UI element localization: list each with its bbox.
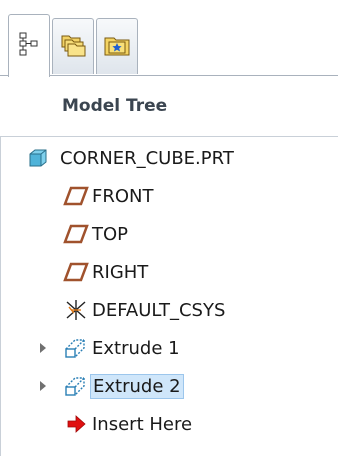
favorites-star-icon xyxy=(103,32,131,62)
page-title: Model Tree xyxy=(62,96,168,116)
tree-item-insert-here[interactable]: Insert Here xyxy=(62,406,194,442)
expand-arrow-icon[interactable] xyxy=(36,339,50,357)
expand-arrow-icon[interactable] xyxy=(36,377,50,395)
extrude-icon xyxy=(62,334,90,362)
tree-item-top[interactable]: TOP xyxy=(62,216,130,252)
header-divider xyxy=(0,136,338,137)
tree-item-right[interactable]: RIGHT xyxy=(62,254,150,290)
datum-plane-icon xyxy=(62,220,90,248)
tree-item-default-csys[interactable]: DEFAULT_CSYS xyxy=(62,292,227,328)
tab-strip-line xyxy=(0,75,338,76)
folders-icon xyxy=(59,32,87,62)
tree-item-label: FRONT xyxy=(92,185,154,207)
tab-model-tree[interactable] xyxy=(8,14,50,77)
tree-item-label: DEFAULT_CSYS xyxy=(92,299,226,321)
tree-item-front[interactable]: FRONT xyxy=(62,178,156,214)
tree-item-label: Insert Here xyxy=(92,413,193,435)
tree-item-label: Extrude 1 xyxy=(92,337,180,359)
insert-arrow-icon xyxy=(62,410,90,438)
panel-tab-bar xyxy=(0,0,338,78)
tree-root-item[interactable]: CORNER_CUBE.PRT xyxy=(24,140,236,176)
part-cube-icon xyxy=(24,144,52,172)
tree-item-label: TOP xyxy=(92,223,129,245)
coordinate-system-icon xyxy=(62,296,90,324)
tree-item-extrude-1[interactable]: Extrude 1 xyxy=(36,330,182,366)
tree-item-label-selected: Extrude 2 xyxy=(90,373,184,399)
tree-item-extrude-2[interactable]: Extrude 2 xyxy=(36,368,184,404)
model-tree-header: Model Tree xyxy=(0,78,338,136)
datum-plane-icon xyxy=(62,258,90,286)
tree-item-label: CORNER_CUBE.PRT xyxy=(60,147,234,169)
tab-folder-browser[interactable] xyxy=(52,18,94,74)
tree-item-label: RIGHT xyxy=(92,261,149,283)
model-tree-panel: Model Tree CORNER_CUBE.PRT FRONT TOP RIG… xyxy=(0,0,338,456)
tab-favorites[interactable] xyxy=(96,18,138,74)
extrude-icon xyxy=(62,372,90,400)
datum-plane-icon xyxy=(62,182,90,210)
tree-hierarchy-icon xyxy=(17,31,41,61)
